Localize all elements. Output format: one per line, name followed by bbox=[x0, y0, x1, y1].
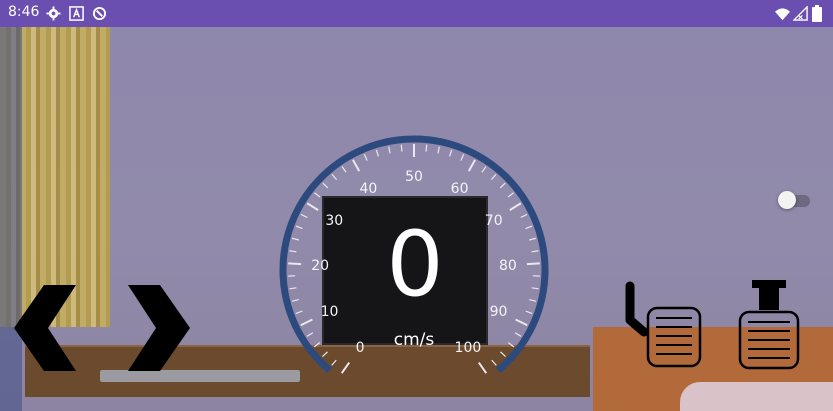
minor-tick bbox=[331, 359, 337, 366]
minor-tick bbox=[491, 359, 497, 366]
minor-tick bbox=[400, 144, 403, 152]
major-tick bbox=[352, 159, 361, 172]
steer-right-button[interactable] bbox=[128, 285, 190, 371]
minor-tick bbox=[322, 182, 329, 189]
tick-label: 10 bbox=[321, 304, 339, 320]
minor-tick bbox=[525, 225, 533, 230]
steer-left-button[interactable] bbox=[14, 285, 76, 371]
minor-tick bbox=[460, 153, 465, 161]
accelerator-pedal-button[interactable] bbox=[736, 278, 802, 372]
minor-tick bbox=[529, 237, 537, 241]
tick-label: 40 bbox=[360, 181, 378, 197]
minor-tick bbox=[331, 173, 338, 181]
tick-label: 80 bbox=[499, 258, 517, 274]
minor-tick bbox=[341, 166, 347, 173]
tick-label: 60 bbox=[451, 181, 469, 197]
accelerator-pedal-icon bbox=[738, 280, 800, 370]
major-tick bbox=[526, 262, 540, 266]
minor-tick bbox=[289, 250, 297, 253]
chevron-right-icon bbox=[128, 285, 190, 371]
brake-pedal-button[interactable] bbox=[622, 280, 704, 372]
major-tick bbox=[477, 361, 488, 374]
minor-tick bbox=[306, 332, 314, 337]
minor-tick bbox=[490, 173, 497, 181]
minor-tick bbox=[291, 299, 299, 302]
toggle-thumb bbox=[778, 191, 796, 209]
tick-label: 50 bbox=[405, 169, 423, 185]
minor-tick bbox=[449, 149, 453, 157]
minor-tick bbox=[481, 166, 487, 173]
speed-unit: cm/s bbox=[393, 330, 435, 350]
minor-tick bbox=[500, 351, 506, 358]
major-tick bbox=[340, 361, 351, 374]
minor-tick bbox=[375, 149, 379, 157]
brake-pedal-icon bbox=[625, 281, 702, 368]
minor-tick bbox=[425, 144, 428, 152]
minor-tick bbox=[437, 146, 440, 154]
minor-tick bbox=[520, 213, 528, 218]
minor-tick bbox=[295, 225, 303, 230]
major-tick bbox=[467, 159, 476, 172]
major-tick bbox=[509, 202, 522, 211]
minor-tick bbox=[291, 237, 299, 241]
minor-tick bbox=[289, 287, 297, 290]
minor-tick bbox=[363, 153, 368, 161]
minor-tick bbox=[531, 250, 539, 253]
chevron-left-icon bbox=[14, 285, 76, 371]
major-tick bbox=[306, 202, 319, 211]
minor-tick bbox=[507, 342, 515, 348]
minor-tick bbox=[322, 351, 328, 358]
tick-label: 20 bbox=[311, 258, 329, 274]
minor-tick bbox=[507, 192, 514, 198]
minor-tick bbox=[525, 310, 533, 315]
major-tick bbox=[288, 262, 302, 266]
major-tick bbox=[300, 318, 313, 327]
minor-tick bbox=[388, 146, 391, 154]
minor-tick bbox=[300, 213, 308, 218]
minor-tick bbox=[295, 310, 303, 315]
mode-toggle[interactable] bbox=[778, 191, 810, 209]
minor-tick bbox=[313, 342, 321, 348]
minor-tick bbox=[314, 192, 321, 198]
major-tick bbox=[515, 318, 528, 327]
minor-tick bbox=[499, 182, 506, 189]
speed-value: 0 bbox=[386, 212, 444, 317]
minor-tick bbox=[514, 332, 522, 337]
tick-label: 90 bbox=[490, 304, 508, 320]
minor-tick bbox=[531, 287, 539, 290]
minor-tick bbox=[529, 299, 537, 302]
